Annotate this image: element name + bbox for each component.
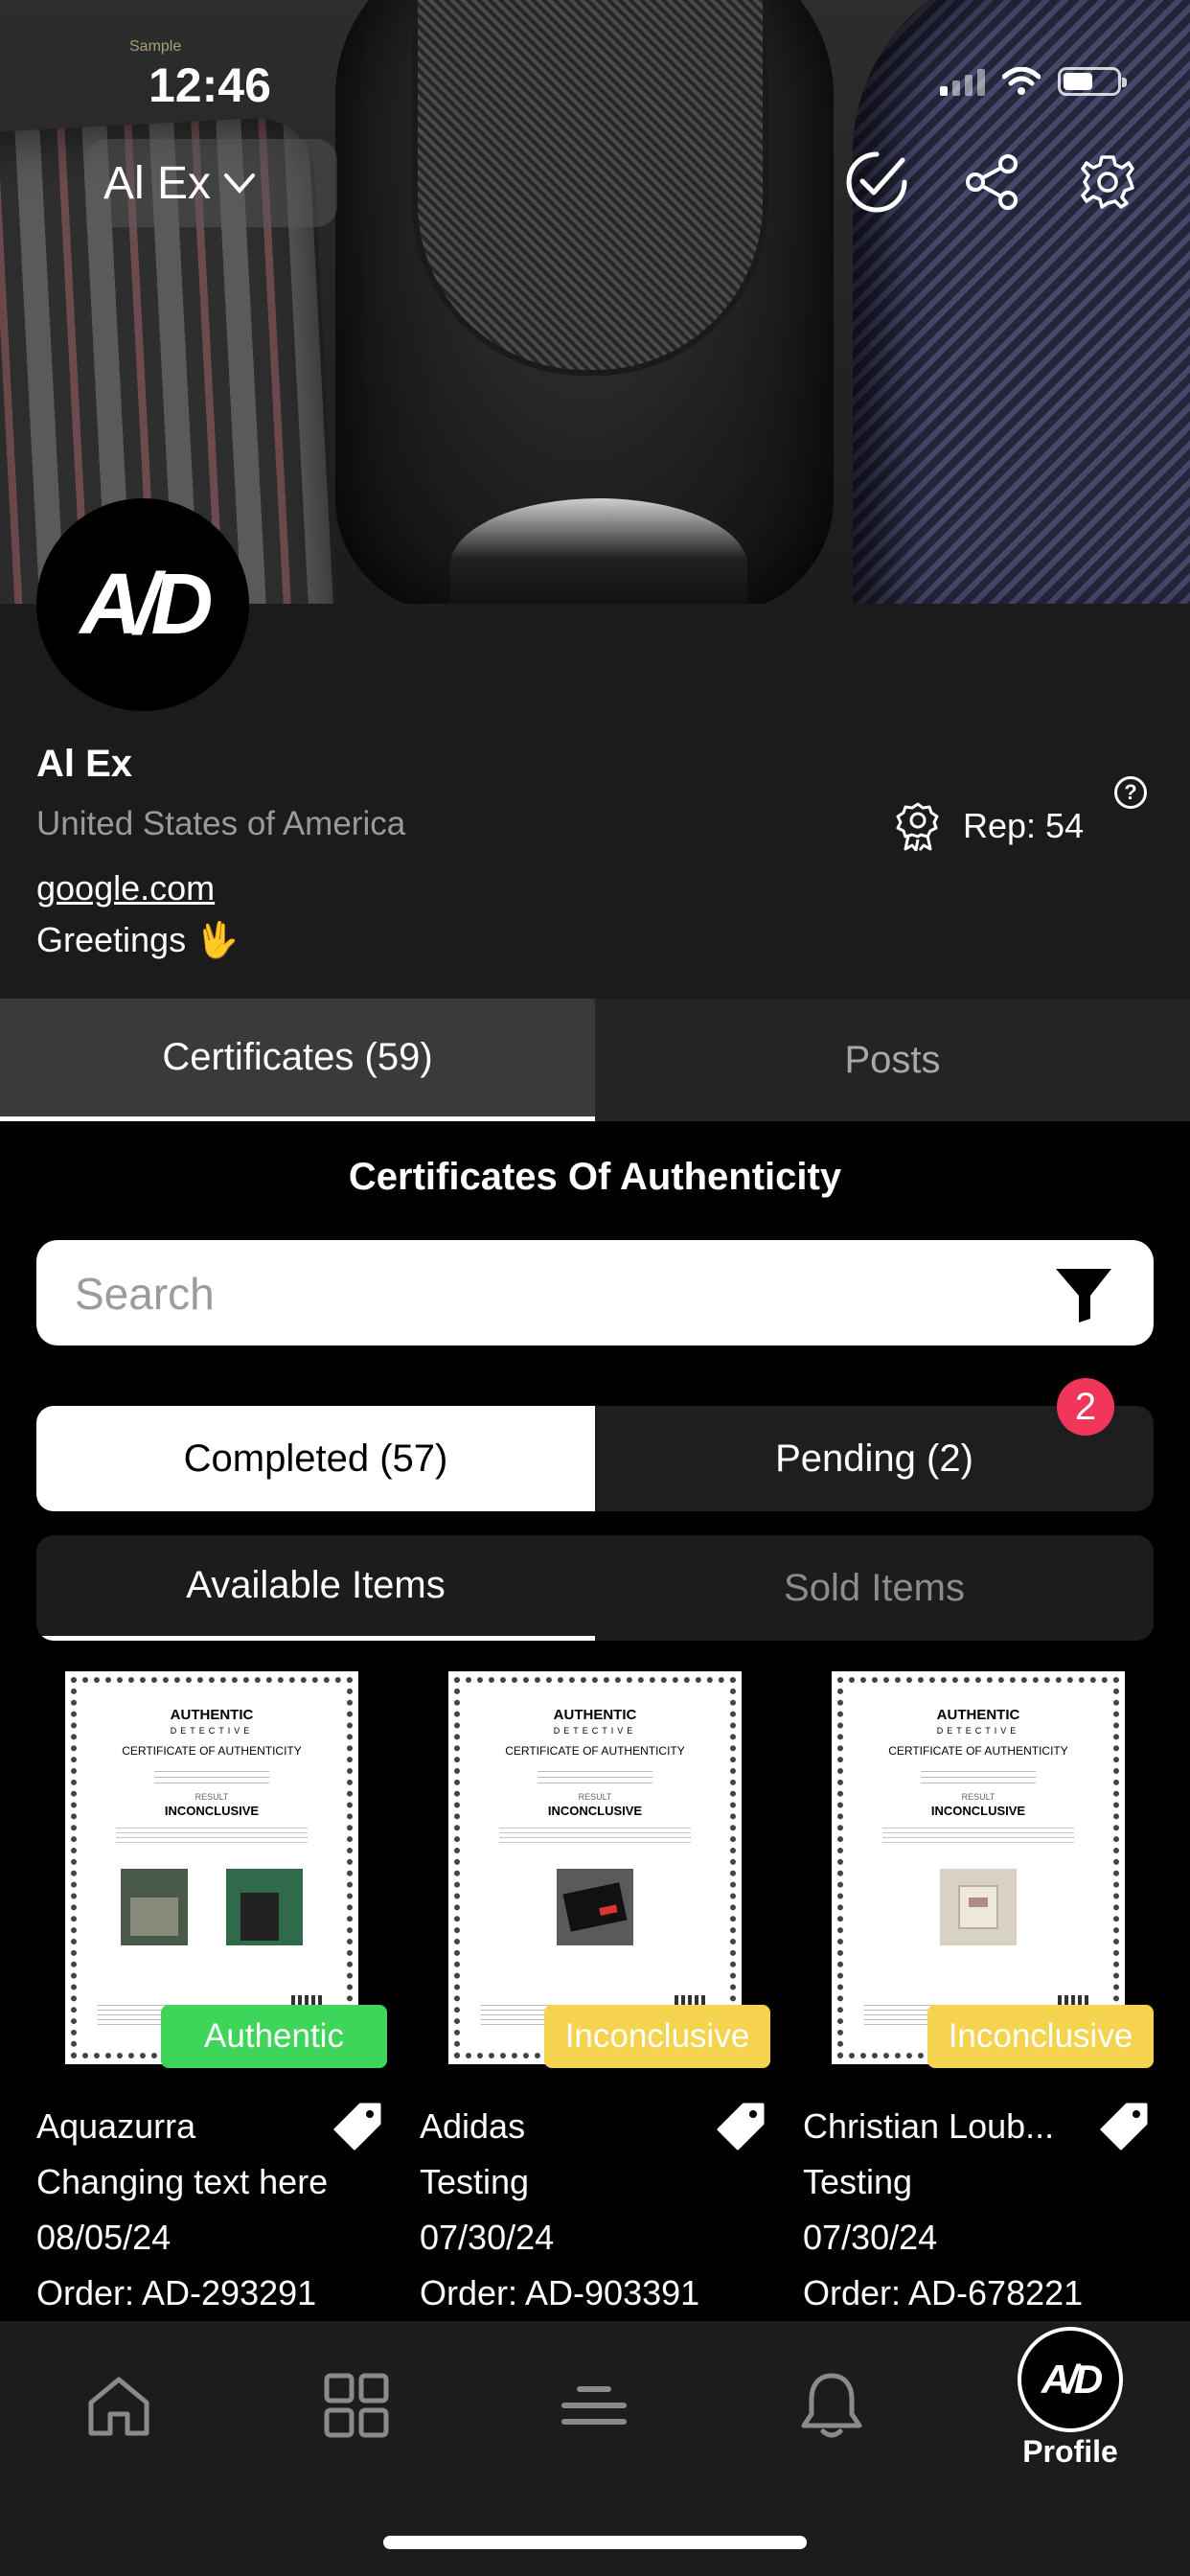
share-button[interactable] [955,146,1028,218]
status-badge: Inconclusive [927,2005,1154,2068]
banner-watermark: Sample [129,38,182,55]
items-tabs: Available Items Sold Items [36,1535,1154,1641]
tab-available-items[interactable]: Available Items [36,1535,595,1641]
settings-button[interactable] [1071,146,1144,218]
price-tag-icon[interactable] [332,2101,383,2152]
card-date: 07/30/24 [803,2218,938,2257]
signal-icon [940,67,985,96]
search-input[interactable] [73,1240,1035,1347]
card-note: Testing [420,2162,530,2201]
status-segment: Completed (57) Pending (2) [36,1406,1154,1511]
price-tag-icon[interactable] [715,2101,767,2152]
certificate-brand: AUTHENTIC DETECTIVE [553,1707,637,1736]
card-date: 07/30/24 [420,2218,555,2257]
home-icon [88,2377,149,2436]
nav-grid[interactable] [309,2358,404,2453]
card-order: Order: AD-903391 [420,2273,700,2312]
list-icon [561,2386,627,2425]
price-tag-icon[interactable] [1098,2101,1150,2152]
certificate-brand: AUTHENTIC DETECTIVE [936,1707,1020,1736]
nav-home[interactable] [71,2358,167,2453]
certificate-grid: AUTHENTIC DETECTIVE CERTIFICATE OF AUTHEN… [36,1668,1154,2319]
certificate-photo [940,1869,1017,1945]
pending-badge: 2 [1057,1378,1114,1436]
tab-sold-items[interactable]: Sold Items [595,1535,1154,1641]
certificate-photo [121,1869,303,1945]
certificate-card[interactable]: AUTHENTIC DETECTIVE CERTIFICATE OF AUTHEN… [36,1668,387,2319]
wifi-icon [1002,67,1041,95]
tab-posts[interactable]: Posts [595,999,1190,1121]
reputation: Rep: 54 [896,801,1084,851]
card-brand: Christian Loub... [803,2106,1055,2146]
status-badge: Inconclusive [544,2005,770,2068]
profile-bio: Greetings 🖖 [36,920,239,959]
profile-website-link[interactable]: google.com [36,868,215,908]
filter-icon[interactable] [1052,1263,1115,1326]
section-title: Certificates Of Authenticity [348,1156,842,1198]
card-brand: Adidas [420,2106,526,2146]
status-icons [940,67,1127,96]
card-note: Changing text here [36,2162,329,2201]
chevron-down-icon [224,173,256,195]
card-date: 08/05/24 [36,2218,172,2257]
gear-icon [1081,155,1134,209]
certificate-result: INCONCLUSIVE [164,1804,260,1818]
certificate-title: CERTIFICATE OF AUTHENTICITY [505,1744,685,1758]
certificate-result: INCONCLUSIVE [547,1804,643,1818]
nav-list[interactable] [546,2358,642,2453]
profile-name: Al Ex [36,743,133,785]
reputation-label: Rep: 54 [963,806,1085,845]
check-badge-icon [846,151,907,213]
bell-icon [801,2373,862,2438]
card-order: Order: AD-678221 [803,2273,1084,2312]
certificate-card[interactable]: AUTHENTIC DETECTIVE CERTIFICATE OF AUTHEN… [803,1668,1154,2319]
certificate-title: CERTIFICATE OF AUTHENTICITY [888,1744,1068,1758]
home-indicator[interactable] [383,2536,807,2549]
certificate-result-label: RESULT [578,1792,612,1802]
account-name: Al Ex [103,157,212,209]
nav-notifications[interactable] [784,2358,880,2453]
certificate-result-label: RESULT [195,1792,229,1802]
certificate-photo [557,1869,633,1945]
share-icon [966,154,1018,210]
search-bar [36,1240,1154,1347]
account-switcher[interactable]: Al Ex [86,139,337,227]
certificate-brand: AUTHENTIC DETECTIVE [170,1707,254,1736]
certificate-title: CERTIFICATE OF AUTHENTICITY [122,1744,302,1758]
battery-icon [1058,67,1127,96]
profile-country: United States of America [36,805,406,842]
card-note: Testing [803,2162,913,2201]
certificate-result-label: RESULT [961,1792,995,1802]
certificate-card[interactable]: AUTHENTIC DETECTIVE CERTIFICATE OF AUTHEN… [420,1668,770,2319]
profile-tabs: Certificates (59) Posts [0,999,1190,1121]
avatar-logo: A/D [80,556,214,653]
card-order: Order: AD-293291 [36,2273,317,2312]
nav-profile-label: Profile [1022,2434,1118,2469]
card-brand: Aquazurra [36,2106,196,2146]
status-time: 12:46 [149,58,271,112]
help-icon[interactable]: ? [1114,776,1147,809]
segment-completed[interactable]: Completed (57) [36,1406,595,1511]
tab-certificates[interactable]: Certificates (59) [0,999,595,1121]
banner-shoe-vamp [412,0,768,376]
certificate-result: INCONCLUSIVE [930,1804,1026,1818]
profile-logo: A/D [1041,2357,1103,2402]
grid-icon [324,2373,389,2438]
verify-button[interactable] [840,146,913,218]
award-icon [896,802,939,851]
status-badge: Authentic [161,2005,387,2068]
avatar[interactable]: A/D [36,498,249,711]
nav-profile[interactable]: A/D [1018,2327,1123,2432]
